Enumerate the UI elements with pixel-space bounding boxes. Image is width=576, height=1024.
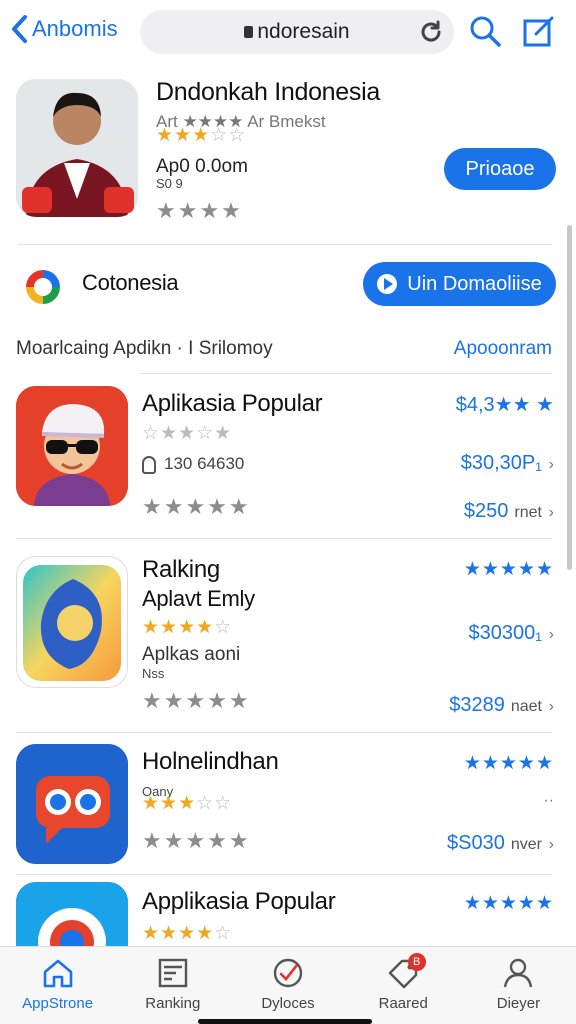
app-title: Applikasia Popular — [142, 888, 336, 915]
featured-title: Dndonkah Indonesia — [156, 78, 380, 106]
check-icon — [273, 958, 303, 988]
tab-raared[interactable]: B Raared — [346, 947, 461, 1024]
url-text: ndoresain — [257, 20, 350, 43]
tab-label: Ranking — [145, 995, 201, 1012]
app-rating-stars: ★★★★☆ — [142, 617, 233, 638]
tab-label: AppStrone — [22, 995, 94, 1012]
chart-icon — [158, 958, 187, 988]
see-all-link[interactable]: Apooonram — [454, 338, 552, 360]
tab-profile[interactable]: Dieyer — [461, 947, 576, 1024]
tab-bar: AppStrone Ranking Dyloces B Raared Dieye… — [0, 946, 576, 1024]
address-bar[interactable]: ndoresain — [140, 10, 454, 54]
divider — [18, 244, 552, 245]
app-price-bottom[interactable]: $250 rnet — [464, 500, 542, 523]
tab-label: Dyloces — [261, 995, 315, 1012]
chevron-right-icon: › — [548, 456, 554, 473]
profile-icon — [142, 455, 156, 474]
app-icon — [16, 386, 128, 506]
app-rating-faint: ☆★★☆★ — [142, 423, 233, 444]
app-stars-blue: ★★★★★ — [463, 753, 554, 774]
tab-appstore[interactable]: AppStrone — [0, 947, 115, 1024]
more-dots-icon: ·· — [543, 792, 554, 809]
brand-logo-icon — [22, 266, 64, 308]
app-meta-small: Nss — [142, 666, 165, 681]
back-button[interactable]: Anbomis — [10, 14, 118, 44]
section-header: Cotonesia Uin Domaoliise — [0, 258, 576, 318]
section-action-label: Uin Domaoliise — [407, 272, 542, 295]
divider — [16, 732, 552, 733]
chevron-right-icon: › — [548, 504, 554, 521]
person-icon — [504, 958, 533, 988]
tab-label: Raared — [378, 995, 428, 1012]
reload-icon[interactable] — [418, 19, 444, 45]
chevron-right-icon: › — [548, 836, 554, 853]
tab-dyloces[interactable]: Dyloces — [230, 947, 345, 1024]
app-price-top: $4,3★★ ★ — [455, 394, 554, 416]
app-icon — [16, 556, 128, 688]
app-icon — [16, 744, 128, 864]
chevron-right-icon: › — [548, 698, 554, 715]
price-value: $250 — [463, 500, 509, 522]
app-stars-grey: ★★★★★ — [142, 828, 251, 853]
app-icon — [16, 882, 128, 946]
app-title: Aplikasia Popular — [142, 390, 323, 417]
chevron-left-icon — [12, 15, 27, 43]
list-item[interactable]: Ralking Aplavt Emly ★★★★☆ Aplkas aoni Ns… — [0, 552, 576, 722]
app-rating-stars: ★★★☆☆ — [142, 793, 233, 814]
top-bar: Anbomis ndoresain — [0, 0, 576, 64]
home-indicator — [198, 1019, 372, 1024]
chevron-right-icon: › — [548, 626, 554, 643]
notification-badge: B — [407, 953, 426, 971]
app-title: Holnelindhan — [142, 748, 279, 775]
app-stars-blue: ★★★★★ — [463, 559, 554, 580]
price-note: naet — [510, 698, 542, 715]
divider — [140, 373, 552, 374]
app-price-bottom[interactable]: $S030 nver — [447, 832, 542, 855]
featured-rating-stars: ★★★☆☆ — [156, 125, 247, 146]
list-item[interactable]: Applikasia Popular ★★★★☆ ★★★★★ — [0, 882, 576, 946]
app-subtitle: Aplavt Emly — [142, 586, 255, 611]
app-meta: 130 64630 — [142, 454, 244, 474]
featured-meta: Ap0 0.0om — [156, 156, 248, 177]
divider — [16, 538, 552, 539]
app-rating-stars: ★★★★☆ — [142, 923, 233, 944]
price-note: nver — [510, 836, 542, 853]
featured-stars-grey: ★★★★ — [156, 198, 243, 223]
price-value: $S030 — [447, 832, 505, 854]
tab-label: Dieyer — [496, 995, 541, 1012]
search-icon[interactable] — [468, 14, 502, 48]
divider — [16, 874, 552, 875]
scrollbar[interactable] — [567, 225, 572, 570]
featured-meta-small: S0 9 — [156, 176, 183, 191]
featured-app[interactable]: Dndonkah Indonesia Art ★★★★ Ar Bmekst ★★… — [0, 76, 576, 236]
app-price-mid[interactable]: $30300₁ — [469, 622, 543, 645]
app-title: Ralking — [142, 556, 220, 583]
featured-app-photo — [16, 79, 138, 217]
lock-icon — [244, 26, 254, 38]
back-label: Anbomis — [32, 16, 118, 41]
app-stars-grey: ★★★★★ — [142, 688, 251, 713]
list-item[interactable]: Aplikasia Popular ☆★★☆★ 130 64630 ★★★★★ … — [0, 384, 576, 534]
app-price-bottom[interactable]: $3289 naet — [449, 694, 542, 717]
section-heading: Moarlcaing Apdikn · I Srilomoy — [16, 338, 273, 359]
price-note: rnet — [514, 504, 542, 521]
app-meta: Aplkas aoni — [142, 644, 241, 665]
section-name: Cotonesia — [82, 270, 179, 295]
app-stars-grey: ★★★★★ — [142, 494, 251, 519]
app-stars-blue: ★★★★★ — [463, 893, 554, 914]
list-item[interactable]: Holnelindhan Oany ★★★☆☆ ★★★★★ ★★★★★ ·· $… — [0, 742, 576, 872]
play-icon — [377, 274, 398, 294]
app-price-mid[interactable]: $30,30P₁ — [461, 452, 542, 475]
app-meta-text: 130 64630 — [164, 454, 245, 473]
compose-icon[interactable] — [522, 14, 556, 48]
home-icon — [43, 959, 72, 988]
price-value: $3289 — [449, 694, 505, 716]
tab-ranking[interactable]: Ranking — [115, 947, 230, 1024]
section-action-button[interactable]: Uin Domaoliise — [363, 262, 556, 306]
featured-get-button[interactable]: Prioaoe — [444, 148, 556, 190]
